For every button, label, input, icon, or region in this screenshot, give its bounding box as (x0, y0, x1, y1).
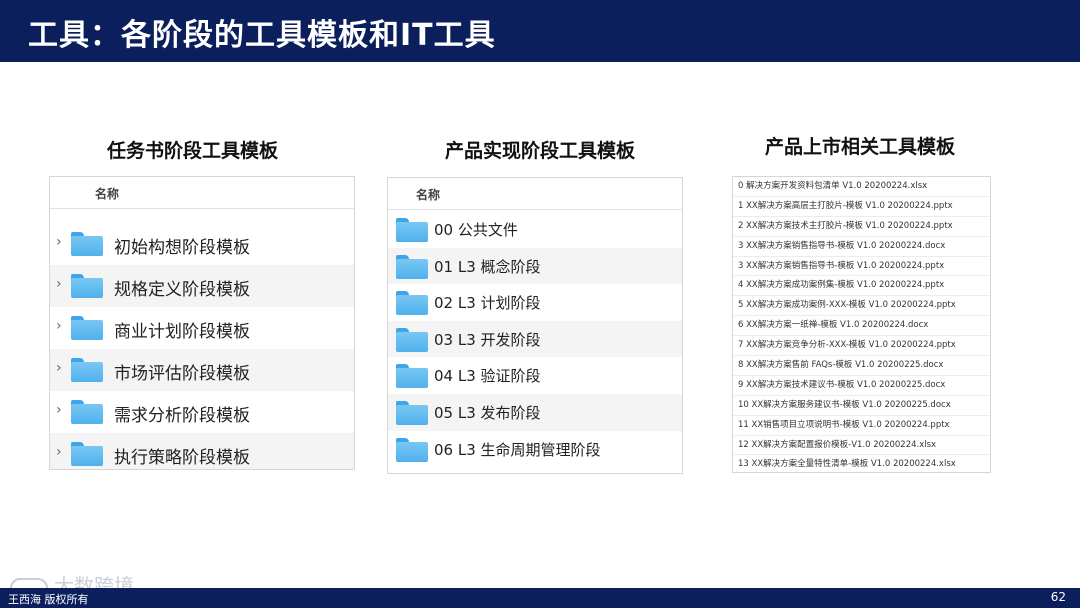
chevron-right-icon[interactable]: › (56, 360, 62, 376)
folder-row[interactable]: 02 L3 计划阶段 (388, 284, 682, 321)
folder-icon (396, 254, 428, 279)
folder-label: 00 公共文件 (434, 221, 518, 239)
file-row[interactable]: 6 XX解决方案一纸禅-模板 V1.0 20200224.docx (733, 316, 990, 337)
file-row[interactable]: 1 XX解决方案高层主打胶片-模板 V1.0 20200224.pptx (733, 197, 990, 217)
file-row[interactable]: 11 XX销售项目立项说明书-模板 V1.0 20200224.pptx (733, 416, 990, 436)
folder-row[interactable]: 04 L3 验证阶段 (388, 357, 682, 394)
folder-label: 初始构想阶段模板 (114, 238, 250, 258)
folder-row[interactable]: 01 L3 概念阶段 (388, 247, 682, 285)
folder-icon (396, 291, 428, 316)
chevron-right-icon[interactable]: › (56, 318, 62, 334)
folder-row[interactable]: 00 公共文件 (388, 211, 682, 248)
file-list-launch: 0 解决方案开发资料包清单 V1.0 20200224.xlsx 1 XX解决方… (732, 176, 991, 473)
folder-label: 01 L3 概念阶段 (434, 257, 541, 276)
folder-row[interactable]: › 商业计划阶段模板 (50, 307, 354, 349)
section-title-implementation: 产品实现阶段工具模板 (444, 140, 635, 162)
file-row[interactable]: 0 解决方案开发资料包清单 V1.0 20200224.xlsx (733, 177, 990, 197)
file-row[interactable]: 3 XX解决方案销售指导书-模板 V1.0 20200224.pptx (733, 257, 990, 277)
folder-row[interactable]: › 初始构想阶段模板 (50, 223, 354, 265)
folder-icon (71, 274, 103, 298)
chevron-right-icon[interactable]: › (56, 234, 62, 250)
file-row[interactable]: 12 XX解决方案配置报价模板-V1.0 20200224.xlsx (733, 436, 990, 456)
folder-label: 市场评估阶段模板 (114, 364, 250, 384)
column-header: 名称 (388, 178, 682, 210)
file-row[interactable]: 4 XX解决方案成功案例集-模板 V1.0 20200224.pptx (733, 276, 990, 297)
chevron-right-icon[interactable]: › (56, 444, 62, 460)
chevron-right-icon[interactable]: › (56, 276, 62, 292)
file-row[interactable]: 7 XX解决方案竞争分析-XXX-模板 V1.0 20200224.pptx (733, 336, 990, 357)
folder-icon (396, 400, 428, 425)
chevron-right-icon[interactable]: › (56, 402, 62, 418)
folder-label: 06 L3 生命周期管理阶段 (434, 440, 601, 459)
folder-label: 03 L3 开发阶段 (434, 330, 541, 349)
folder-row[interactable]: › 规格定义阶段模板 (50, 265, 354, 307)
page-title: 工具：各阶段的工具模板和IT工具 (28, 18, 496, 53)
file-row[interactable]: 8 XX解决方案售前 FAQs-模板 V1.0 20200225.docx (733, 356, 990, 376)
folder-label: 04 L3 验证阶段 (434, 367, 541, 386)
folder-icon (71, 316, 103, 340)
page-number: 62 (1050, 590, 1066, 604)
title-bar: 工具：各阶段的工具模板和IT工具 (0, 0, 1080, 62)
folder-label: 02 L3 计划阶段 (434, 294, 541, 313)
folder-label: 需求分析阶段模板 (114, 406, 250, 426)
folder-row[interactable]: 03 L3 开发阶段 (388, 320, 682, 358)
folder-icon (71, 232, 103, 256)
folder-row[interactable]: › 需求分析阶段模板 (50, 391, 354, 433)
finder-window-implementation: 名称 00 公共文件 01 L3 概念阶段 02 L3 计划阶段 03 L3 开… (387, 177, 683, 474)
file-row[interactable]: 3 XX解决方案销售指导书-模板 V1.0 20200224.docx (733, 237, 990, 257)
folder-row[interactable]: › 执行策略阶段模板 (50, 433, 354, 469)
folder-icon (396, 437, 428, 462)
file-row[interactable]: 2 XX解决方案技术主打胶片-模板 V1.0 20200224.pptx (733, 217, 990, 237)
section-title-charter: 任务书阶段工具模板 (106, 140, 278, 162)
folder-row[interactable]: 06 L3 生命周期管理阶段 (388, 431, 682, 468)
folder-icon (71, 400, 103, 424)
folder-icon (396, 327, 428, 352)
folder-row[interactable]: 05 L3 发布阶段 (388, 393, 682, 431)
folder-label: 05 L3 发布阶段 (434, 403, 541, 422)
folder-row[interactable]: › 市场评估阶段模板 (50, 349, 354, 391)
file-row[interactable]: 13 XX解决方案全量特性清单-模板 V1.0 20200224.xlsx (733, 455, 990, 475)
copyright-text: 王西海 版权所有 (8, 593, 89, 606)
column-header: 名称 (50, 177, 354, 209)
footer-bar: 王西海 版权所有 62 (0, 588, 1080, 608)
file-row[interactable]: 10 XX解决方案服务建议书-模板 V1.0 20200225.docx (733, 396, 990, 416)
file-row[interactable]: 5 XX解决方案成功案例-XXX-模板 V1.0 20200224.pptx (733, 296, 990, 317)
section-title-launch: 产品上市相关工具模板 (764, 136, 955, 158)
folder-label: 执行策略阶段模板 (114, 448, 250, 468)
folder-label: 规格定义阶段模板 (114, 280, 250, 300)
folder-label: 商业计划阶段模板 (114, 322, 250, 342)
folder-icon (71, 442, 103, 466)
finder-window-charter: 名称 › 初始构想阶段模板 › 规格定义阶段模板 › 商业计划阶段模板 › 市场… (49, 176, 355, 470)
folder-icon (71, 358, 103, 382)
folder-icon (396, 218, 428, 242)
file-row[interactable]: 9 XX解决方案技术建议书-模板 V1.0 20200225.docx (733, 376, 990, 396)
folder-icon (396, 364, 428, 389)
